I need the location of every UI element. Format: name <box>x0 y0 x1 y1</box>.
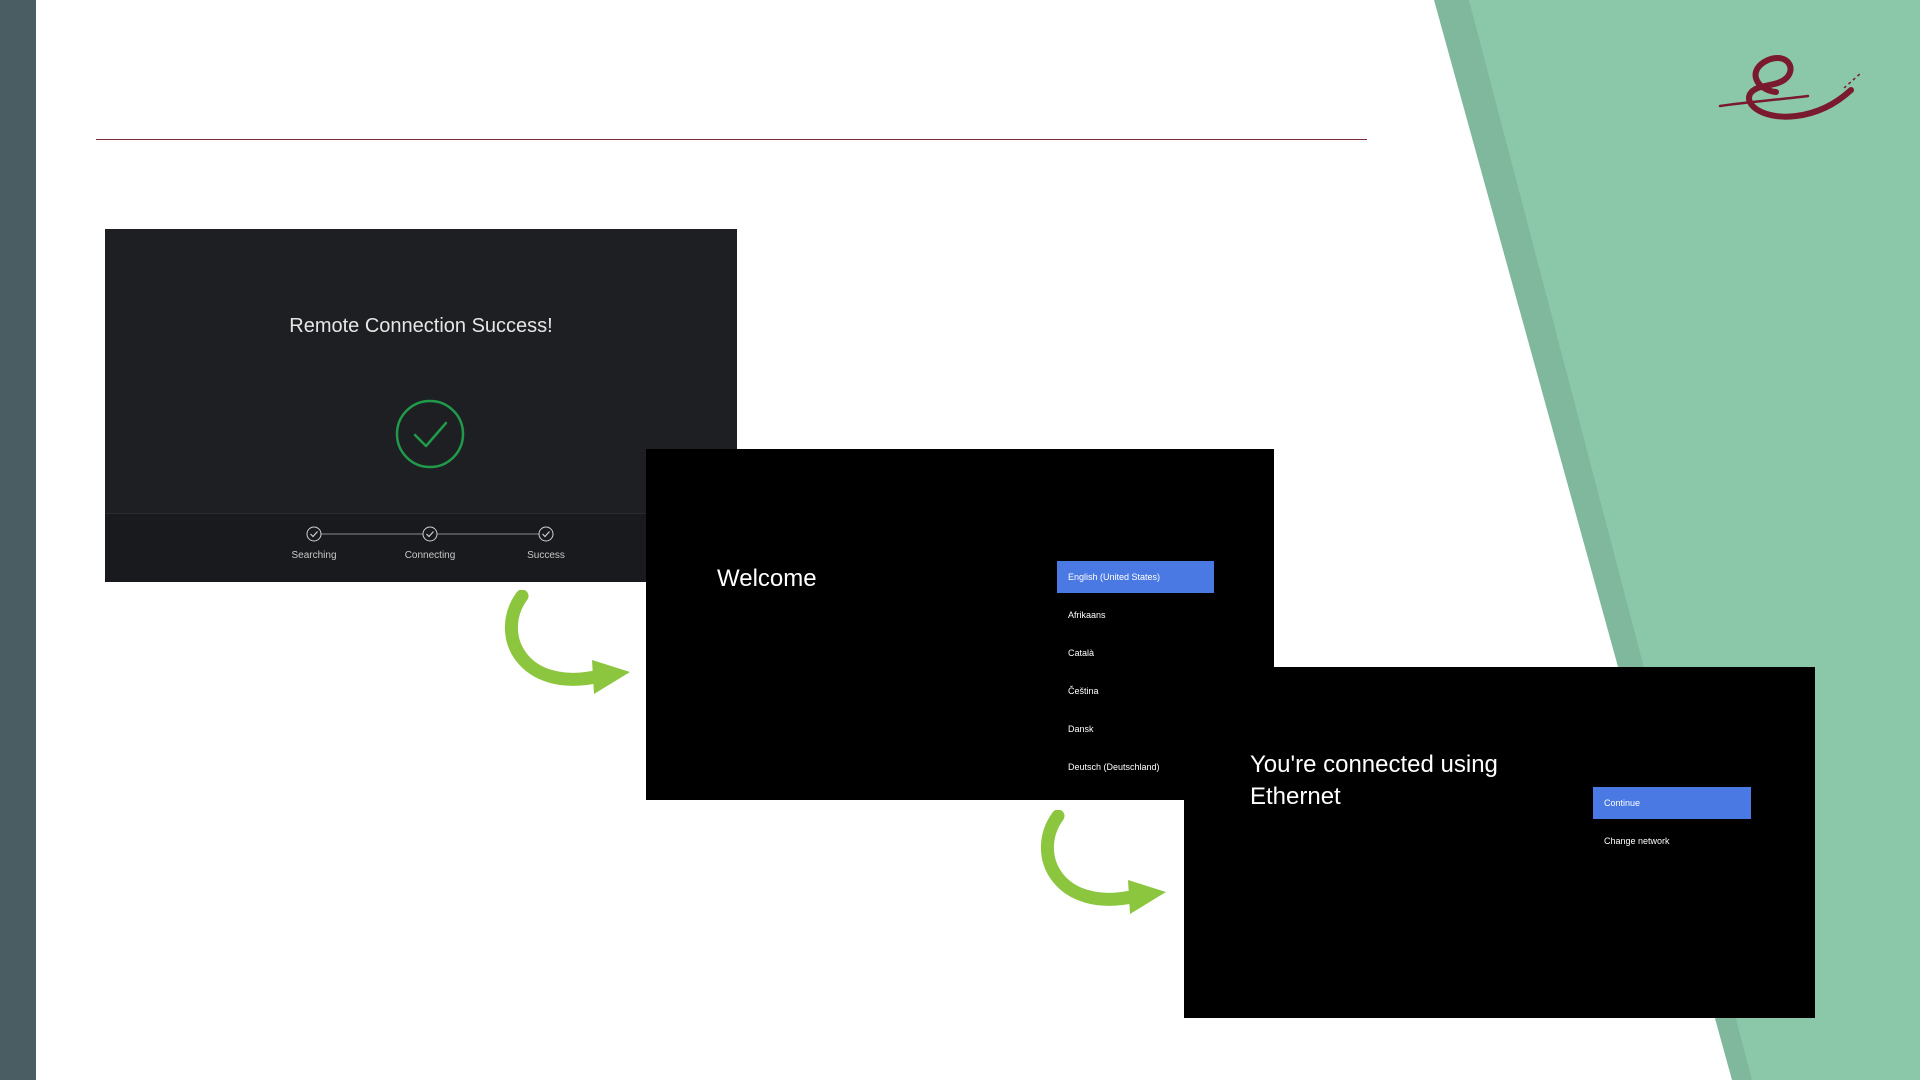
network-screen: You're connected using Ethernet Continue… <box>1184 667 1815 1018</box>
curved-arrow-icon <box>505 590 630 694</box>
step-label-connecting: Connecting <box>404 550 456 561</box>
language-option[interactable]: Català <box>1057 637 1214 669</box>
check-circle-icon <box>395 399 465 469</box>
step-check-icon <box>306 526 322 542</box>
welcome-screen: Welcome English (United States) Afrikaan… <box>646 449 1274 800</box>
network-title: You're connected using Ethernet <box>1250 751 1498 810</box>
network-options: Continue Change network <box>1593 787 1751 863</box>
step-check-icon <box>538 526 554 542</box>
continue-button[interactable]: Continue <box>1593 787 1751 819</box>
remote-connection-screen: Remote Connection Success! Searching Con… <box>105 229 737 582</box>
step-label-success: Success <box>527 550 565 561</box>
remote-connection-title: Remote Connection Success! <box>289 315 553 337</box>
title-divider <box>96 139 1367 140</box>
curved-arrow-icon <box>1041 810 1166 914</box>
language-option[interactable]: English (United States) <box>1057 561 1214 593</box>
progress-steps-bar: Searching Connecting Success <box>105 513 737 582</box>
change-network-button[interactable]: Change network <box>1593 825 1751 857</box>
progress-steps-track <box>306 526 554 542</box>
welcome-title: Welcome <box>717 565 817 592</box>
step-label-searching: Searching <box>291 550 337 561</box>
step-check-icon <box>422 526 438 542</box>
slide: Remote Connection Success! Searching Con… <box>0 0 1920 1080</box>
script-e-logo <box>1718 55 1863 120</box>
language-option[interactable]: Afrikaans <box>1057 599 1214 631</box>
left-sidebar-bar <box>0 0 36 1080</box>
